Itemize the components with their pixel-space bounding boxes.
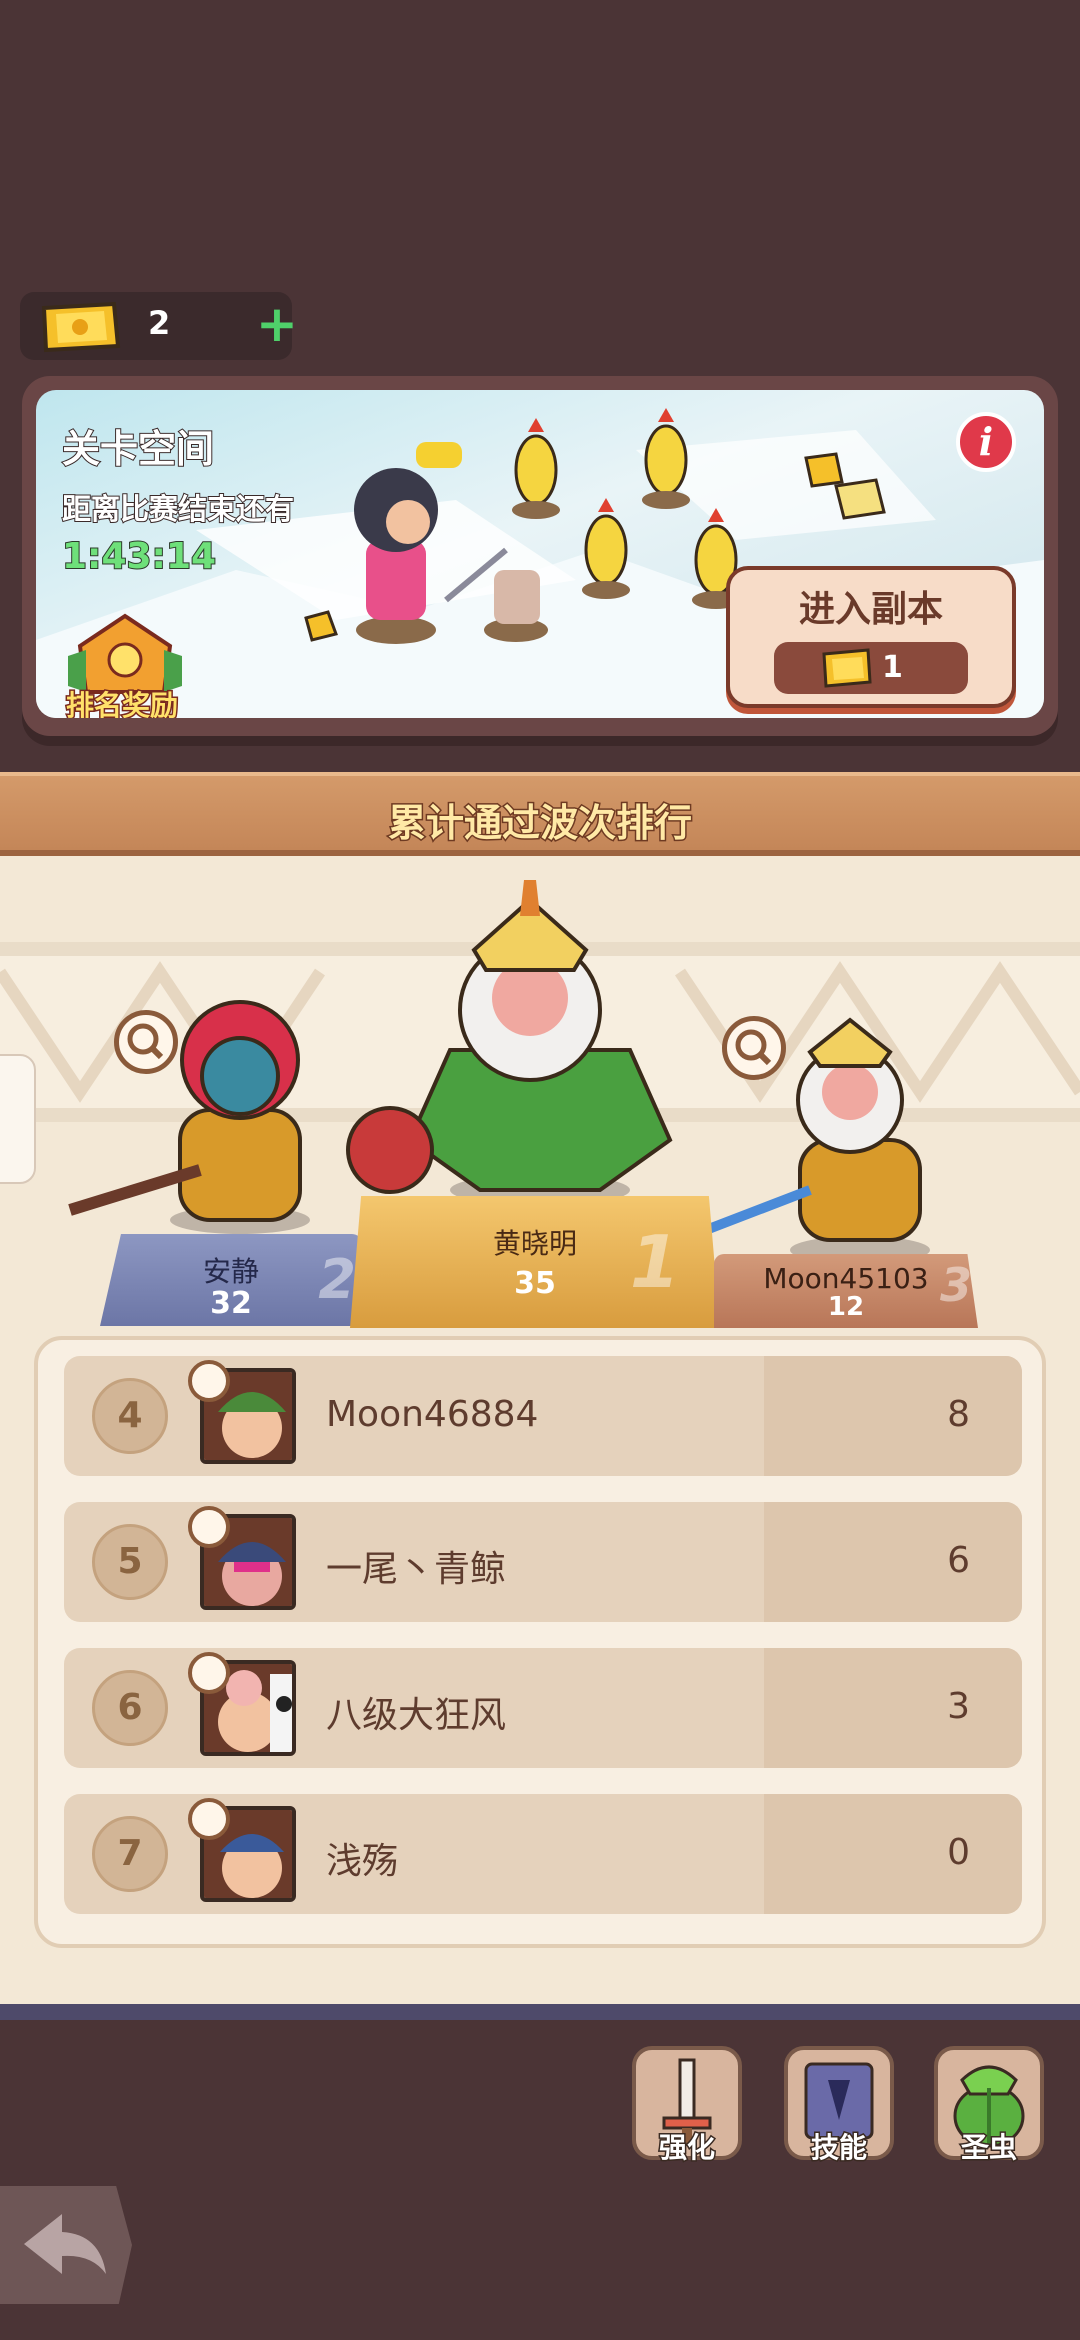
player-score: 8: [947, 1394, 970, 1435]
enter-cost: 1: [774, 642, 968, 694]
ranking-header: 累计通过波次排行: [0, 772, 1080, 856]
list-item[interactable]: 5 一尾丶青鲸 6: [64, 1502, 1022, 1622]
countdown-timer: 1:43:14: [61, 535, 217, 578]
holy-bug-label: 圣虫: [959, 2130, 1018, 2166]
list-item[interactable]: 7 浅殇 0: [64, 1794, 1022, 1914]
reward-chest-icon: [68, 613, 182, 694]
list-item[interactable]: 4 Moon46884 8: [64, 1356, 1022, 1476]
level-title: 关卡空间: [61, 426, 215, 472]
enhance-button[interactable]: 强化: [632, 2046, 742, 2166]
character-second: [68, 1000, 310, 1234]
magnifier-icon[interactable]: [188, 1360, 230, 1402]
skill-button[interactable]: 技能: [784, 2046, 894, 2166]
player-name: 一尾丶青鲸: [326, 1549, 507, 1590]
info-button[interactable]: i: [956, 412, 1016, 472]
character-first: [346, 880, 673, 1206]
magnifier-icon[interactable]: [188, 1506, 230, 1548]
podium-first-place: 1: [629, 1220, 680, 1304]
player-score: 6: [947, 1540, 970, 1581]
rank-number: 4: [92, 1378, 168, 1454]
rank-number: 6: [92, 1670, 168, 1746]
player-score: 0: [947, 1832, 970, 1873]
panel-bottom-edge: [0, 2004, 1080, 2020]
podium-second-place: 2: [318, 1248, 356, 1311]
player-score: 3: [947, 1686, 970, 1727]
player-name: 浅殇: [326, 1841, 399, 1882]
ticket-icon: [822, 648, 872, 688]
podium-first[interactable]: 黄晓明 35 1: [350, 1196, 720, 1328]
player-name: 八级大狂风: [326, 1695, 507, 1736]
countdown-label: 距离比赛结束还有: [61, 491, 295, 527]
enter-cost-value: 1: [882, 650, 903, 685]
player-name: Moon46884: [326, 1394, 539, 1435]
podium-third-name: Moon45103: [763, 1262, 929, 1295]
podium-third-score: 12: [827, 1292, 865, 1322]
character-third: [678, 1017, 930, 1264]
rank-number: 5: [92, 1524, 168, 1600]
magnifier-icon: [735, 1029, 772, 1066]
enter-dungeon-label: 进入副本: [798, 589, 943, 630]
holy-bug-button[interactable]: 圣虫: [934, 2046, 1044, 2166]
enhance-label: 强化: [657, 2130, 716, 2166]
level-banner: 关卡空间 距离比赛结束还有 1:43:14 排名奖励 i 进入副本 1: [36, 390, 1044, 718]
rank-number: 7: [92, 1816, 168, 1892]
list-item[interactable]: 6 八级大狂风 3: [64, 1648, 1022, 1768]
podium-second[interactable]: 安静 32 2: [100, 1234, 362, 1326]
rank-reward-label: 排名奖励: [64, 688, 179, 719]
back-button[interactable]: [0, 2186, 132, 2304]
magnifier-icon: [127, 1023, 164, 1060]
enter-dungeon-button[interactable]: 进入副本 1: [726, 566, 1016, 708]
rank-reward-button[interactable]: 排名奖励: [52, 606, 182, 718]
add-ticket-button[interactable]: +: [256, 294, 298, 354]
inspect-second-button[interactable]: [114, 1010, 178, 1074]
magnifier-icon[interactable]: [188, 1798, 230, 1840]
ticket-icon: [36, 300, 122, 358]
inspect-third-button[interactable]: [722, 1016, 786, 1080]
podium-third-place: 3: [939, 1258, 972, 1312]
skill-label: 技能: [809, 2130, 868, 2166]
ranking-title: 累计通过波次排行: [386, 800, 693, 847]
ticket-count: 2: [148, 304, 171, 342]
back-arrow-icon: [24, 2214, 106, 2274]
ticket-counter: 2 +: [20, 292, 298, 360]
ranking-list: 4 Moon46884 8 5 一尾丶青鲸 6 6 八级大狂风 3 7 浅殇 0: [34, 1336, 1046, 1948]
magnifier-icon[interactable]: [188, 1652, 230, 1694]
podium-third[interactable]: Moon45103 12 3: [714, 1254, 978, 1328]
level-card: 关卡空间 距离比赛结束还有 1:43:14 排名奖励 i 进入副本 1: [22, 376, 1058, 736]
